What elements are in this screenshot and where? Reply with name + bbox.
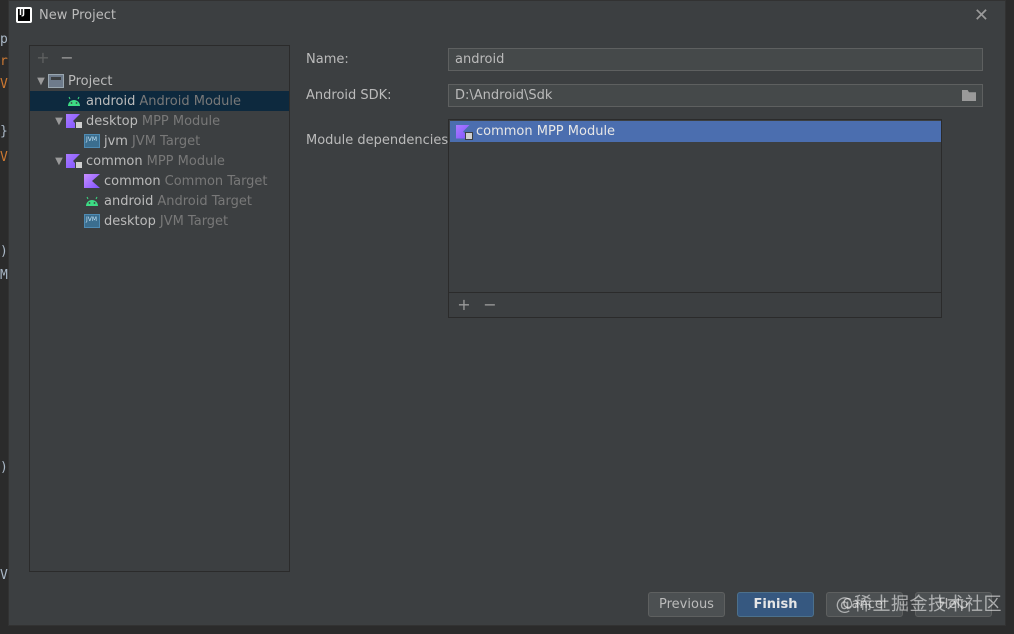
mpp-module-icon	[456, 124, 473, 140]
tree-row[interactable]: ▼ desktop MPP Module	[30, 111, 289, 131]
tree-row-type: JVM Target	[131, 133, 201, 149]
bg-glyph: )	[0, 460, 8, 475]
bg-glyph: p	[0, 32, 8, 47]
chevron-down-icon[interactable]: ▼	[52, 116, 66, 127]
dialog-title: New Project	[39, 8, 116, 23]
tree-toolbar: + −	[30, 46, 289, 70]
bg-glyph: V	[0, 568, 8, 583]
dependencies-toolbar: + −	[449, 292, 941, 317]
add-module-button[interactable]: +	[36, 50, 50, 66]
remove-module-button[interactable]: −	[60, 50, 74, 66]
tree-row-label: Project	[68, 73, 113, 89]
previous-button[interactable]: Previous	[648, 592, 725, 617]
finish-button[interactable]: Finish	[737, 592, 814, 617]
mpp-module-icon	[66, 154, 83, 169]
tree-row-type: MPP Module	[146, 153, 225, 169]
tree-row-label: desktop	[86, 113, 138, 129]
browse-folder-icon[interactable]	[962, 90, 976, 101]
bg-glyph: V	[0, 77, 8, 92]
tree-row-type: JVM Target	[159, 213, 229, 229]
project-structure-panel: + − ▼ Project ▶androidAndroid Module ▼ deskt…	[29, 45, 290, 572]
previous-button-label: Previous	[659, 597, 714, 612]
android-sdk-label: Android SDK:	[306, 88, 392, 103]
close-icon[interactable]: ✕	[974, 5, 989, 26]
intellij-app-icon: IJ	[16, 7, 32, 23]
module-dependencies-box: common MPP Module + −	[448, 119, 942, 318]
bg-glyph: }	[0, 124, 8, 139]
tree-row-label: android	[86, 93, 136, 109]
name-input[interactable]: android	[448, 48, 983, 71]
tree-row-label: common	[86, 153, 143, 169]
android-icon	[86, 196, 98, 206]
bg-glyph: r	[0, 54, 8, 69]
name-label: Name:	[306, 52, 349, 67]
tree-row[interactable]: ▶androidAndroid Target	[30, 191, 289, 211]
bg-glyph: V	[0, 150, 8, 165]
dialog-titlebar: IJ New Project ✕	[9, 1, 1005, 31]
dependency-label: common MPP Module	[476, 124, 616, 139]
watermark: @稀土掘金技术社区	[835, 594, 1002, 615]
tree-row[interactable]: ▶desktopJVM Target	[30, 211, 289, 231]
add-dependency-button[interactable]: +	[457, 296, 471, 312]
chevron-down-icon[interactable]: ▼	[52, 156, 66, 167]
android-icon	[68, 96, 80, 106]
tree-row[interactable]: ▶commonCommon Target	[30, 171, 289, 191]
module-dependencies-list: common MPP Module	[449, 120, 941, 293]
mpp-module-icon	[66, 114, 83, 129]
tree-row-type: MPP Module	[141, 113, 221, 129]
project-tree: ▼Project▶androidAndroid Module▼desktopMP…	[30, 71, 289, 231]
bg-glyph: )	[0, 244, 8, 259]
kotlin-icon	[84, 174, 100, 188]
module-dependencies-label: Module dependencies:	[306, 133, 453, 148]
android-sdk-value: D:\Android\Sdk	[455, 88, 553, 103]
tree-row-type: Android Target	[157, 193, 252, 209]
tree-row[interactable]: ▶androidAndroid Module	[30, 91, 289, 111]
new-project-dialog: IJ New Project ✕ + − ▼ Project ▶androidAnd…	[8, 0, 1006, 626]
finish-button-label: Finish	[753, 597, 798, 612]
android-sdk-input[interactable]: D:\Android\Sdk	[448, 84, 983, 107]
tree-row-label: desktop	[104, 213, 156, 229]
jvm-icon	[84, 134, 100, 148]
background-editor: p r V } V ) M ) V	[0, 0, 8, 634]
tree-row[interactable]: ▼ Project	[30, 71, 289, 91]
remove-dependency-button[interactable]: −	[483, 296, 497, 312]
bg-glyph: M	[0, 268, 8, 283]
dependency-item[interactable]: common MPP Module	[450, 121, 941, 142]
jvm-icon	[84, 214, 100, 228]
tree-row[interactable]: ▼ common MPP Module	[30, 151, 289, 171]
tree-row-label: jvm	[104, 133, 128, 149]
project-icon	[48, 74, 64, 88]
tree-row[interactable]: ▶jvmJVM Target	[30, 131, 289, 151]
tree-row-type: Android Module	[139, 93, 242, 109]
tree-row-label: android	[104, 193, 154, 209]
tree-row-label: common	[104, 173, 161, 189]
tree-row-type: Common Target	[164, 173, 268, 189]
chevron-down-icon[interactable]: ▼	[34, 76, 48, 87]
